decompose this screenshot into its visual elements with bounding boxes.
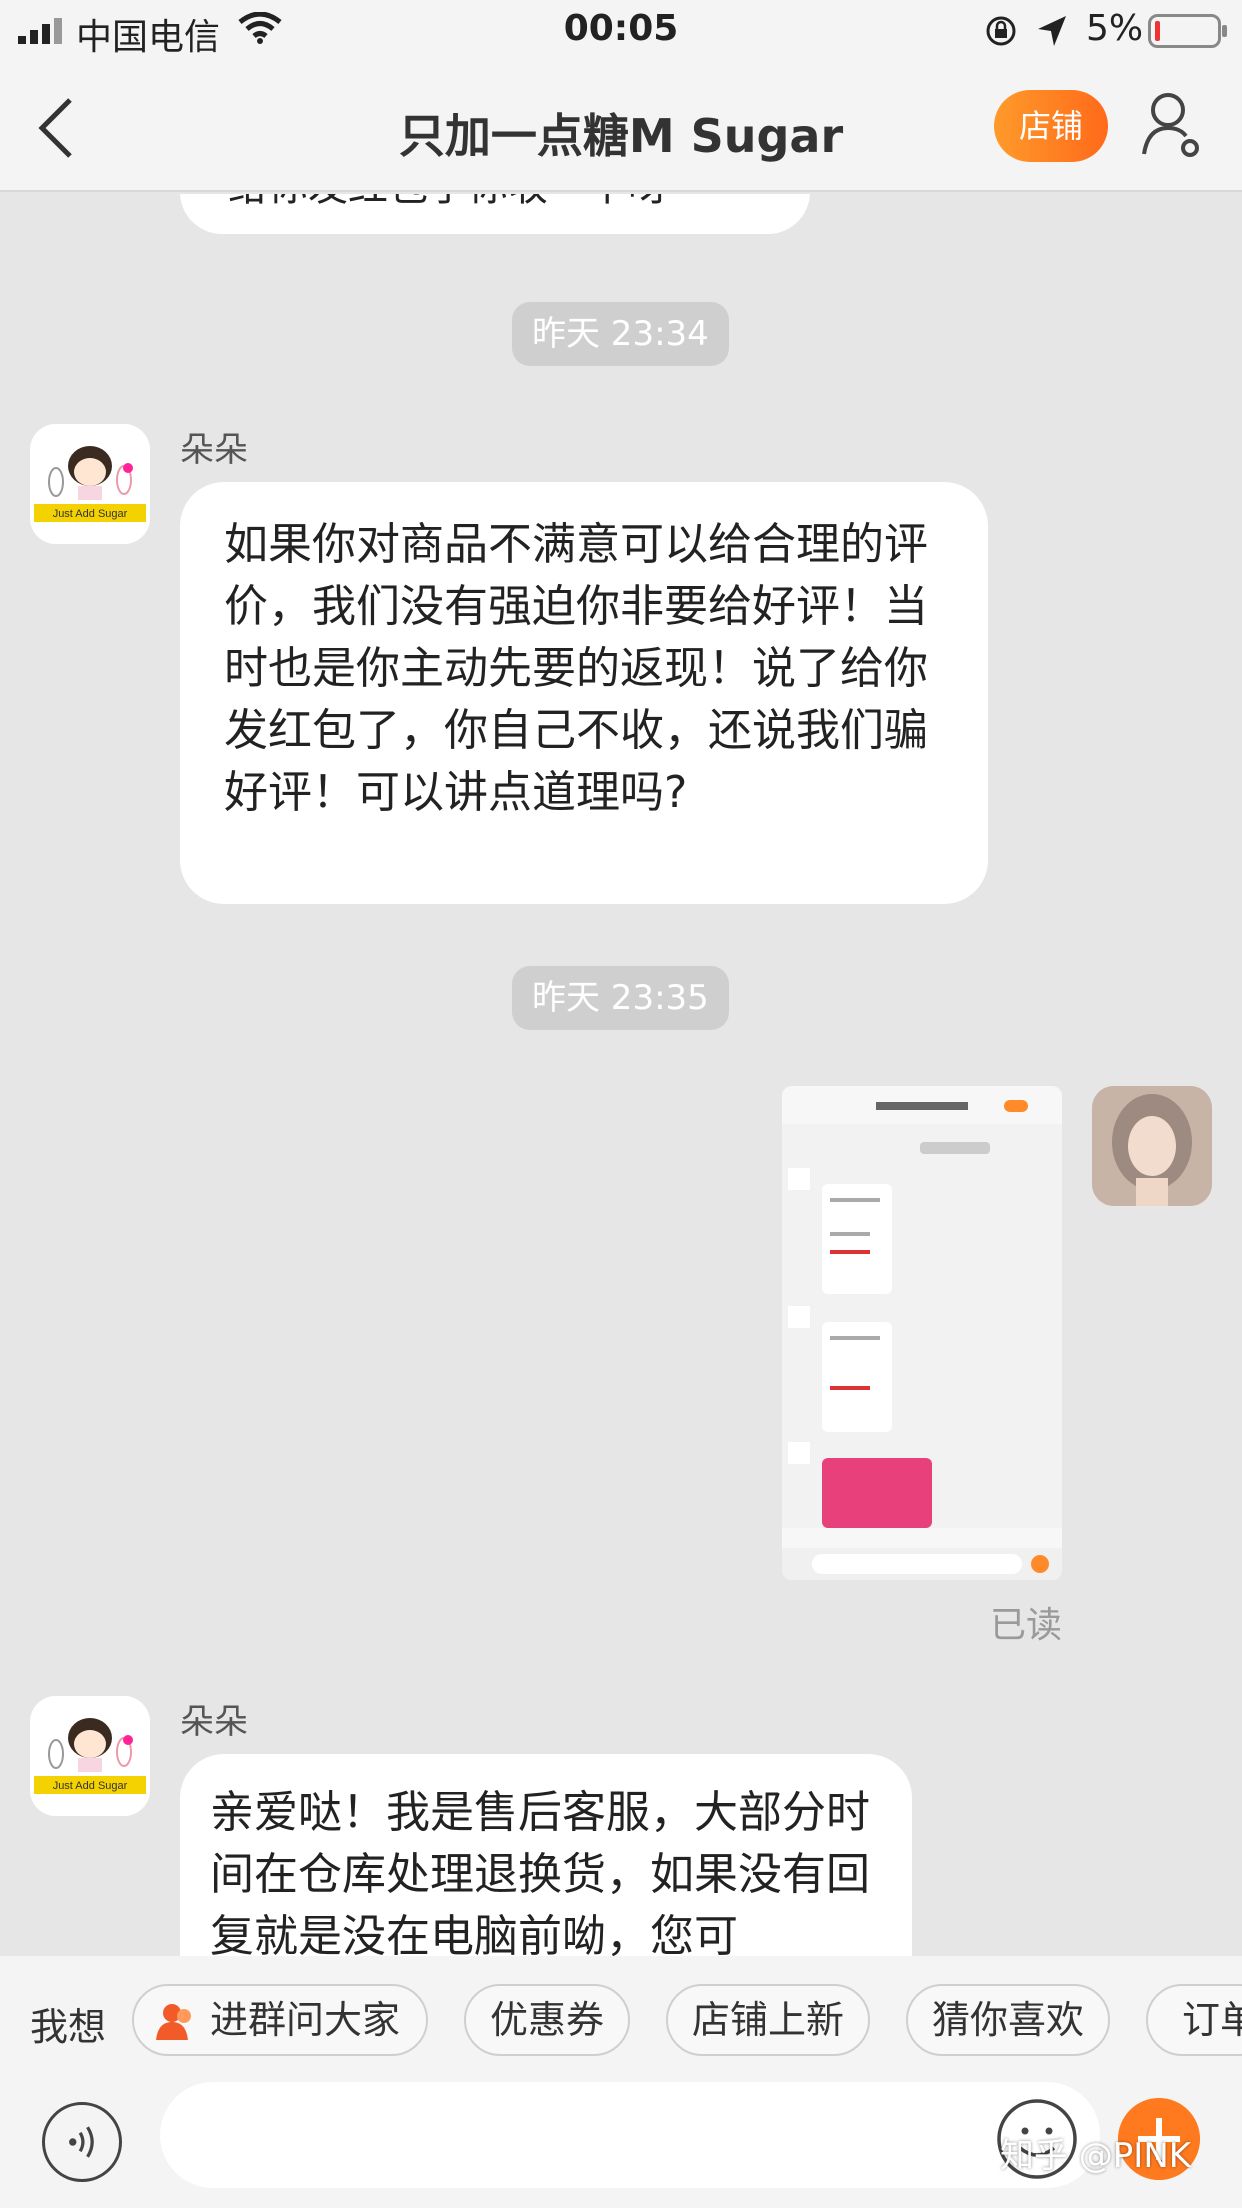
user-avatar-icon xyxy=(1092,1086,1212,1206)
sender-name: 朵朵 xyxy=(180,430,248,470)
logo-text: Just Add Sugar xyxy=(53,1780,128,1792)
image-message[interactable] xyxy=(782,1086,1062,1580)
message-text: 给你发红包了你收一下呀 xyxy=(228,194,668,212)
chat-list[interactable]: 给你发红包了你收一下呀 昨天 23:34 Just Add Sugar 朵朵 如… xyxy=(0,194,1242,1956)
chip-label: 猜你喜欢 xyxy=(931,1998,1084,2042)
logo-text: Just Add Sugar xyxy=(53,508,128,520)
battery-icon xyxy=(1148,14,1227,48)
chip-new-arrivals[interactable]: 店铺上新 xyxy=(666,1984,870,2056)
chip-label: 订单 xyxy=(1182,1998,1242,2042)
message-input[interactable] xyxy=(160,2082,1100,2188)
chip-label: 店铺上新 xyxy=(691,1998,844,2042)
read-status: 已读 xyxy=(990,1605,1063,1646)
rotation-lock-icon xyxy=(986,16,1016,46)
status-bar: 中国电信 00:05 5% xyxy=(0,0,1242,62)
group-icon xyxy=(156,2004,191,2040)
chip-order[interactable]: 订单 xyxy=(1146,1984,1242,2056)
avatar[interactable]: Just Add Sugar xyxy=(30,1696,150,1816)
chip-label: 进群问大家 xyxy=(209,1998,400,2042)
timestamp: 昨天 23:34 xyxy=(512,302,729,366)
quick-actions-bar: 我想 进群问大家 优惠券 店铺上新 猜你喜欢 订单 xyxy=(0,1956,1242,2080)
voice-icon[interactable] xyxy=(42,2102,122,2182)
nav-bar: 只加一点糖M Sugar 店铺 xyxy=(0,62,1242,192)
location-icon xyxy=(1038,16,1066,46)
shop-logo-icon: Just Add Sugar xyxy=(30,1696,150,1816)
message-bubble: 给你发红包了你收一下呀 xyxy=(180,194,810,234)
message-bubble: 如果你对商品不满意可以给合理的评价，我们没有强迫你非要给好评！当时也是你主动先要… xyxy=(180,482,988,904)
quick-actions-label: 我想 xyxy=(30,2005,107,2049)
shop-logo-icon: Just Add Sugar xyxy=(30,424,150,544)
chip-recommend[interactable]: 猜你喜欢 xyxy=(906,1984,1110,2056)
avatar[interactable]: Just Add Sugar xyxy=(30,424,150,544)
shop-button[interactable]: 店铺 xyxy=(994,90,1108,162)
chip-label: 优惠券 xyxy=(489,1998,604,2042)
message-bubble: 亲爱哒！我是售后客服，大部分时间在仓库处理退换货，如果没有回复就是没在电脑前呦，… xyxy=(180,1754,912,1956)
battery-percent: 5% xyxy=(1086,8,1144,49)
message-text: 如果你对商品不满意可以给合理的评价，我们没有强迫你非要给好评！当时也是你主动先要… xyxy=(224,519,928,818)
screenshot-thumbnail xyxy=(782,1086,1062,1580)
chip-join-group[interactable]: 进群问大家 xyxy=(132,1984,428,2056)
watermark: 知乎 @PINK xyxy=(1000,2136,1192,2176)
chip-coupon[interactable]: 优惠券 xyxy=(464,1984,630,2056)
sender-name: 朵朵 xyxy=(180,1702,248,1742)
user-settings-icon[interactable] xyxy=(1140,90,1202,162)
avatar[interactable] xyxy=(1092,1086,1212,1206)
timestamp: 昨天 23:35 xyxy=(512,966,729,1030)
message-text: 亲爱哒！我是售后客服，大部分时间在仓库处理退换货，如果没有回复就是没在电脑前呦，… xyxy=(210,1787,870,1956)
